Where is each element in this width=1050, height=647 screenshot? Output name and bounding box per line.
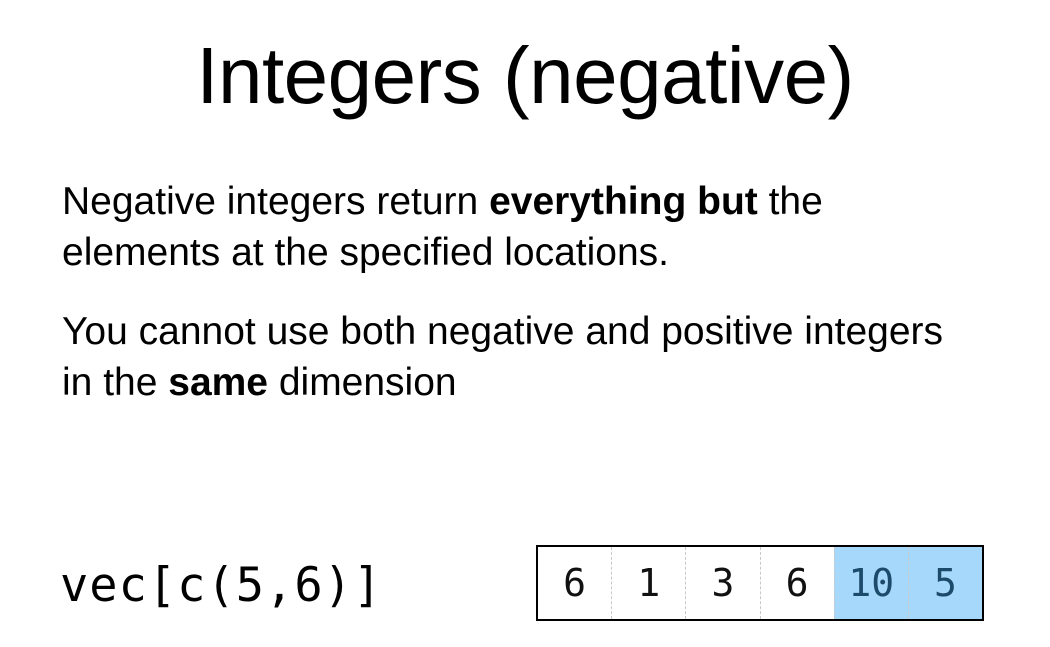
paragraph-negative-integers: Negative integers return everything but …	[62, 176, 962, 278]
vector-cell: 3	[685, 547, 759, 619]
paragraph-mixing-rule: You cannot use both negative and positiv…	[62, 306, 962, 408]
vector-cell-selected: 5	[907, 547, 983, 619]
slide-title: Integers (negative)	[196, 31, 854, 120]
vector-cell: 6	[563, 561, 587, 605]
code-expression: vec[c(5,6)]	[60, 558, 383, 613]
vector-diagram: 6 1 3 6 10 5	[536, 545, 984, 621]
paragraph-text: Negative integers return	[62, 180, 490, 223]
emphasis-text: everything but	[489, 180, 758, 223]
paragraph-text: dimension	[268, 361, 457, 404]
emphasis-text: same	[168, 361, 268, 404]
vector-cell-selected: 10	[833, 547, 908, 619]
vector-cell: 1	[611, 547, 685, 619]
vector-cell: 6	[759, 547, 834, 619]
